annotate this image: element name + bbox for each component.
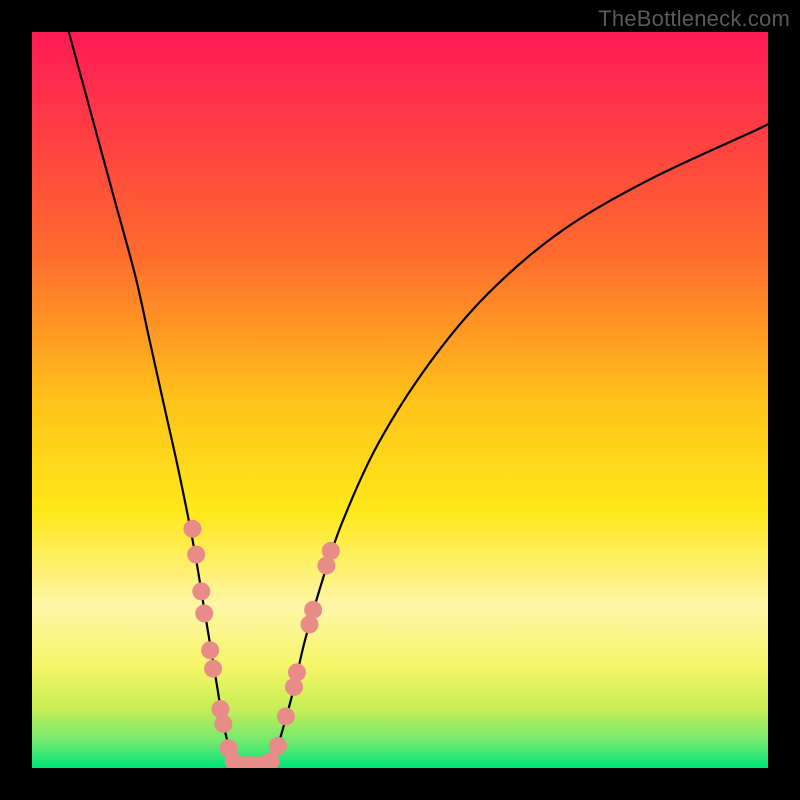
- data-point-marker: [195, 604, 213, 622]
- data-point-marker: [183, 520, 201, 538]
- data-point-marker: [204, 660, 222, 678]
- data-point-marker: [322, 542, 340, 560]
- data-point-marker: [187, 546, 205, 564]
- chart-svg: [32, 32, 768, 768]
- chart-plot-area: [32, 32, 768, 768]
- data-point-marker: [192, 582, 210, 600]
- data-point-marker: [304, 601, 322, 619]
- data-point-marker: [214, 715, 232, 733]
- data-point-marker: [277, 707, 295, 725]
- data-point-marker: [288, 663, 306, 681]
- data-point-marker: [201, 641, 219, 659]
- data-point-marker: [269, 737, 287, 755]
- watermark-text: TheBottleneck.com: [598, 6, 790, 32]
- chart-background: [32, 32, 768, 768]
